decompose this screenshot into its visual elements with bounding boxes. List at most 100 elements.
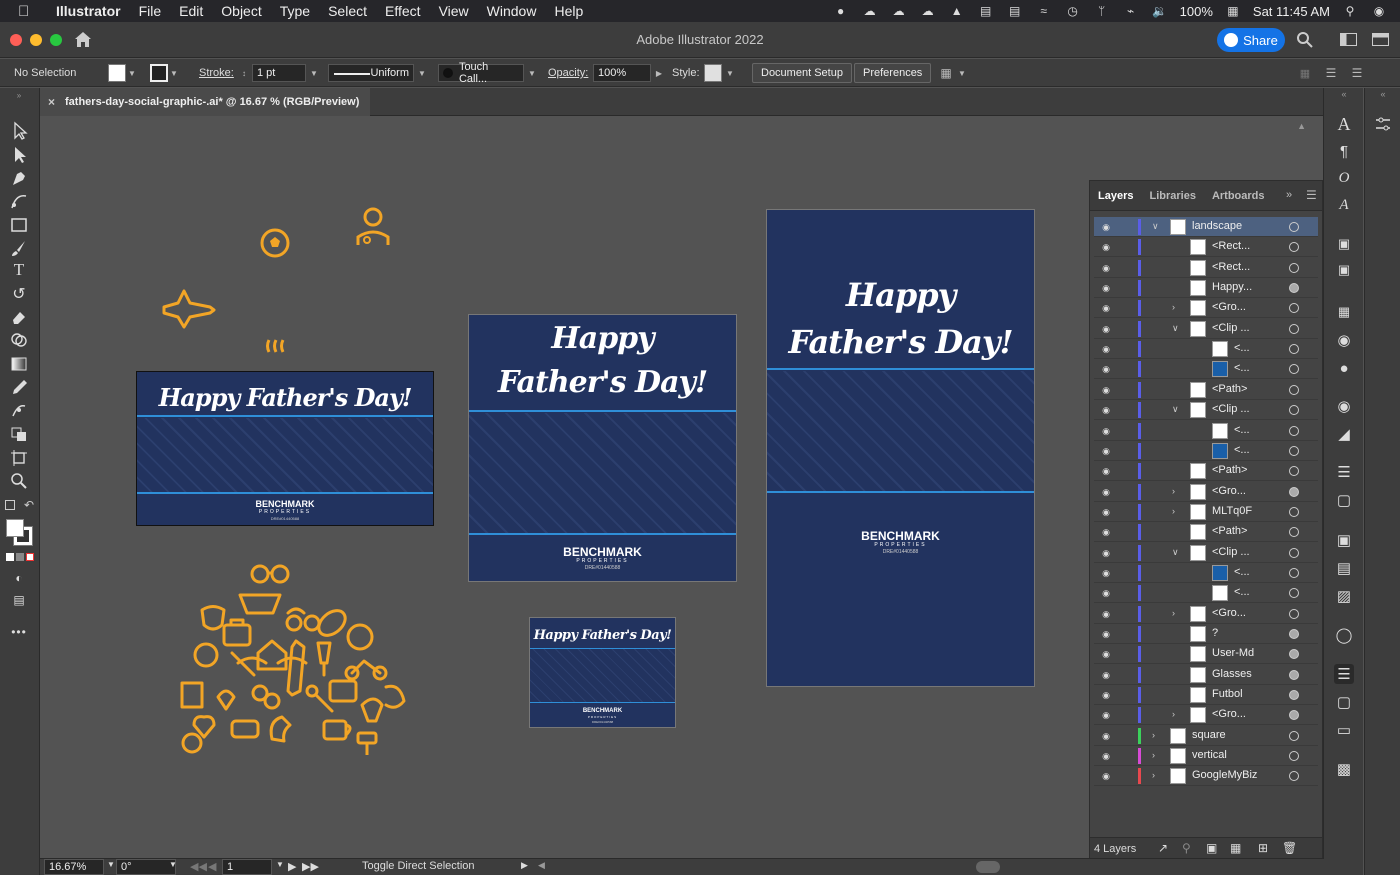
layer-name[interactable]: <Clip ... bbox=[1212, 322, 1250, 334]
stroke-weight-stepper[interactable]: ↕ bbox=[238, 64, 250, 82]
layer-name[interactable]: Happy... bbox=[1212, 281, 1252, 293]
layer-row[interactable]: ◉ Futbol bbox=[1094, 685, 1318, 706]
rotation-dropdown-icon[interactable]: ▼ bbox=[169, 860, 177, 869]
layer-row[interactable]: ◉ › vertical bbox=[1094, 746, 1318, 767]
layer-name[interactable]: User-Md bbox=[1212, 647, 1254, 659]
make-clipping-mask-icon[interactable]: ▣ bbox=[1206, 841, 1217, 855]
layer-name[interactable]: <Gro... bbox=[1212, 607, 1246, 619]
expand-arrow-icon[interactable]: › bbox=[1152, 730, 1155, 740]
visibility-eye-icon[interactable]: ◉ bbox=[1100, 242, 1112, 252]
comments-panel-icon[interactable]: ▩ bbox=[1334, 759, 1354, 779]
layer-name[interactable]: <... bbox=[1234, 342, 1250, 354]
stroke-weight-dropdown-icon[interactable]: ▼ bbox=[308, 64, 320, 82]
expand-arrow-icon[interactable]: › bbox=[1172, 709, 1175, 719]
brush-dropdown-icon[interactable]: ▼ bbox=[526, 64, 538, 82]
menu-app-name[interactable]: Illustrator bbox=[56, 3, 121, 19]
bluetooth-icon[interactable]: ᛘ bbox=[1093, 4, 1111, 18]
curvature-tool-icon[interactable] bbox=[8, 191, 30, 211]
user-md-icon[interactable] bbox=[353, 205, 393, 249]
menu-view[interactable]: View bbox=[439, 3, 469, 19]
control-menu-icon[interactable]: ☰ bbox=[1350, 64, 1364, 82]
arrange-dropdown-icon[interactable]: ▼ bbox=[956, 64, 968, 82]
pen-tool-icon[interactable] bbox=[8, 168, 30, 188]
shape-builder-tool-icon[interactable] bbox=[8, 330, 30, 350]
profile-dropdown-icon[interactable]: ▼ bbox=[416, 64, 428, 82]
character-panel-icon[interactable]: A bbox=[1334, 114, 1354, 134]
swap-fill-stroke-icon[interactable]: ↶ bbox=[24, 498, 34, 512]
layer-name[interactable]: <Gro... bbox=[1212, 485, 1246, 497]
layer-row[interactable]: ◉ <... bbox=[1094, 441, 1318, 461]
rotation-field[interactable]: 0° bbox=[116, 859, 176, 875]
glyphs-panel-icon[interactable]: A bbox=[1334, 195, 1354, 215]
live-paint-tool-icon[interactable] bbox=[8, 424, 30, 444]
stroke-weight-field[interactable]: 1 pt bbox=[252, 64, 306, 82]
panel-menu-icon[interactable]: ☰ bbox=[1306, 188, 1317, 202]
visibility-eye-icon[interactable]: ◉ bbox=[1100, 629, 1112, 639]
layer-target-icon[interactable] bbox=[1289, 344, 1299, 355]
visibility-eye-icon[interactable]: ◉ bbox=[1100, 222, 1112, 232]
layer-target-icon[interactable] bbox=[1289, 506, 1299, 517]
layer-name[interactable]: <... bbox=[1234, 424, 1250, 436]
visibility-eye-icon[interactable]: ◉ bbox=[1100, 710, 1112, 720]
new-layer-icon[interactable]: ⊞ bbox=[1258, 841, 1268, 855]
gradient-panel-icon[interactable]: ▢ bbox=[1334, 490, 1354, 510]
fill-color-box[interactable] bbox=[6, 519, 24, 537]
visibility-eye-icon[interactable]: ◉ bbox=[1100, 487, 1112, 497]
swatches-panel-icon[interactable]: ▦ bbox=[1334, 302, 1354, 322]
menu-effect[interactable]: Effect bbox=[385, 3, 421, 19]
layer-target-icon[interactable] bbox=[1289, 730, 1299, 741]
selection-tool-icon[interactable] bbox=[8, 121, 30, 141]
stroke-label[interactable]: Stroke: bbox=[199, 59, 234, 87]
artboard-googlemybiz[interactable]: Happy Father's Day! BENCHMARK PROPERTIES… bbox=[529, 617, 676, 728]
menu-select[interactable]: Select bbox=[328, 3, 367, 19]
expand-arrow-icon[interactable]: › bbox=[1172, 302, 1175, 312]
visibility-eye-icon[interactable]: ◉ bbox=[1100, 405, 1112, 415]
layer-name[interactable]: GoogleMyBiz bbox=[1192, 769, 1257, 781]
tray-app-icon-2[interactable]: ▤ bbox=[1006, 4, 1024, 18]
layer-row[interactable]: ◉ ∨ <Clip ... bbox=[1094, 319, 1318, 339]
layers-panel-icon[interactable]: ☰ bbox=[1334, 664, 1354, 684]
style-dropdown-icon[interactable]: ▼ bbox=[724, 64, 736, 82]
color-guide-icon[interactable]: ◢ bbox=[1334, 424, 1354, 444]
visibility-eye-icon[interactable]: ◉ bbox=[1100, 670, 1112, 680]
transform-panel-icon[interactable]: ▣ bbox=[1334, 530, 1354, 550]
layer-target-icon[interactable] bbox=[1289, 527, 1299, 538]
visibility-eye-icon[interactable]: ◉ bbox=[1100, 771, 1112, 781]
search-icon[interactable] bbox=[1296, 31, 1313, 48]
expand-arrow-icon[interactable]: › bbox=[1172, 486, 1175, 496]
visibility-eye-icon[interactable]: ◉ bbox=[1100, 751, 1112, 761]
tab-libraries[interactable]: Libraries bbox=[1141, 190, 1203, 202]
stroke-swatch[interactable] bbox=[150, 64, 168, 82]
layer-target-icon[interactable] bbox=[1289, 751, 1299, 762]
zoom-dropdown-icon[interactable]: ▼ bbox=[107, 860, 115, 869]
layer-target-icon[interactable] bbox=[1289, 283, 1299, 294]
layer-row[interactable]: ◉ ∨ <Clip ... bbox=[1094, 543, 1318, 563]
document-setup-button[interactable]: Document Setup bbox=[752, 63, 852, 83]
zoom-tool-icon[interactable] bbox=[8, 470, 30, 490]
opacity-arrow-icon[interactable]: ▶ bbox=[653, 64, 665, 82]
tab-artboards[interactable]: Artboards bbox=[1204, 190, 1273, 202]
menu-type[interactable]: Type bbox=[280, 3, 310, 19]
brushes-panel-icon[interactable]: ◉ bbox=[1334, 330, 1354, 350]
layer-name[interactable]: ? bbox=[1212, 627, 1218, 639]
layer-target-icon[interactable] bbox=[1289, 649, 1299, 660]
tab-layers[interactable]: Layers bbox=[1090, 190, 1141, 202]
collapse-arrow-icon[interactable]: ∨ bbox=[1172, 323, 1179, 334]
none-mode-icon[interactable] bbox=[26, 553, 34, 561]
layer-row[interactable]: ◉ <... bbox=[1094, 583, 1318, 604]
artboard-number-field[interactable]: 1 bbox=[222, 859, 272, 875]
document-tab[interactable]: × fathers-day-social-graphic-.ai* @ 16.6… bbox=[40, 88, 370, 116]
screen-mode-icon[interactable]: ▤ bbox=[8, 590, 30, 610]
creative-cloud-icon[interactable]: ● bbox=[832, 4, 850, 18]
apple-icon[interactable]:  bbox=[18, 3, 38, 20]
paintbrush-tool-icon[interactable] bbox=[8, 238, 30, 258]
menu-help[interactable]: Help bbox=[554, 3, 583, 19]
layer-name[interactable]: Glasses bbox=[1212, 668, 1252, 680]
arrange-documents-icon[interactable] bbox=[1340, 33, 1357, 46]
more-tabs-icon[interactable]: » bbox=[1286, 189, 1292, 201]
layer-target-icon[interactable] bbox=[1289, 405, 1299, 416]
character-styles-icon[interactable]: ▣ bbox=[1334, 234, 1354, 254]
layer-row[interactable]: ◉ Happy... bbox=[1094, 278, 1318, 299]
layer-name[interactable]: <Path> bbox=[1212, 383, 1247, 395]
volume-icon[interactable]: 🔉 bbox=[1151, 4, 1169, 18]
